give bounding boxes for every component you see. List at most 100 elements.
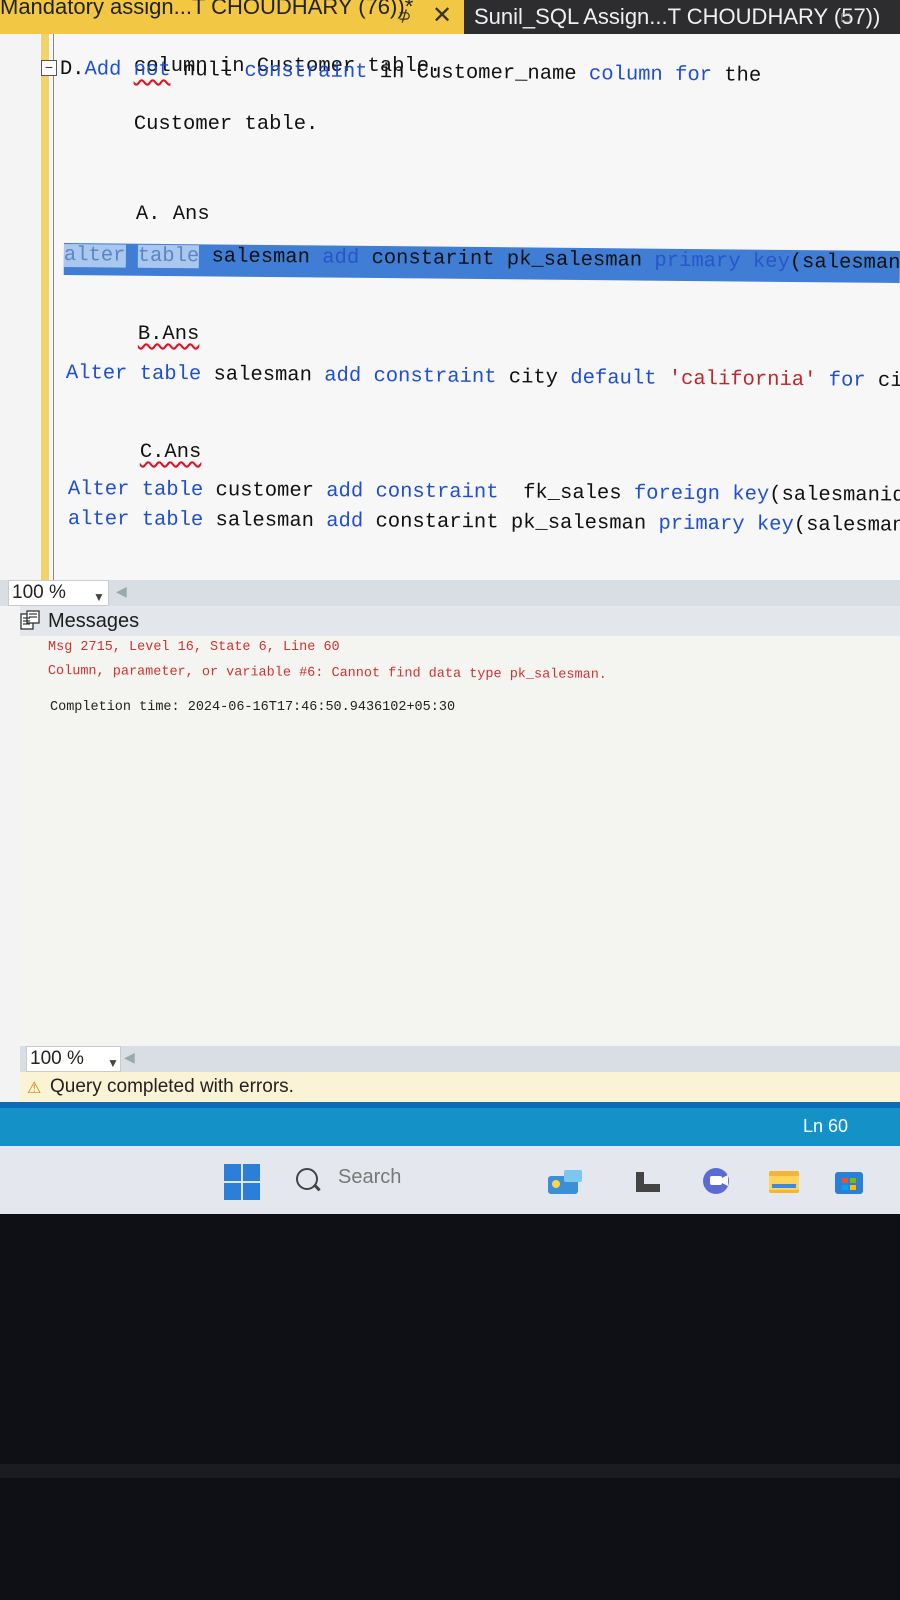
keyword-token: add bbox=[326, 510, 364, 534]
code-token: constarint bbox=[371, 246, 495, 272]
widgets-icon[interactable] bbox=[544, 1166, 588, 1196]
code-token: null bbox=[182, 59, 233, 83]
line-number: Ln 60 bbox=[802, 1116, 848, 1136]
code-token: pk_salesman bbox=[506, 248, 643, 273]
code-token: cit bbox=[877, 369, 900, 394]
keyword-token: Alter bbox=[65, 362, 128, 386]
code-token: alter bbox=[63, 244, 126, 268]
code-line: A. Ans bbox=[62, 180, 210, 249]
string-literal: 'california' bbox=[668, 367, 817, 393]
keyword-token: add bbox=[322, 246, 360, 270]
code-token: salesman bbox=[213, 363, 313, 388]
desk-edge bbox=[0, 1464, 900, 1478]
code-line: Alter table salesman add constraint city… bbox=[66, 362, 900, 393]
tab-sunil-sql-assign[interactable]: Sunil_SQL Assign...T CHOUDHARY (57)) □ bbox=[464, 0, 900, 34]
code-line: C.Ans bbox=[66, 418, 202, 487]
results-zoom-bar: 100 % ▼ ◀ bbox=[20, 1046, 900, 1072]
zoom-value: 100 % bbox=[30, 1048, 84, 1069]
code-token: constarint bbox=[375, 510, 499, 535]
results-zoom-select[interactable]: 100 % ▼ bbox=[26, 1046, 121, 1072]
close-icon[interactable]: ✕ bbox=[432, 0, 452, 33]
code-token: in bbox=[379, 61, 405, 85]
keyword-token: constraint bbox=[375, 480, 499, 505]
keyword-token: key bbox=[756, 513, 794, 537]
keyword-token: constraint bbox=[244, 59, 368, 84]
code-token: the bbox=[724, 64, 762, 88]
tab-title: Mandatory assign...T CHOUDHARY (76))* bbox=[0, 0, 414, 19]
collapse-icon[interactable]: − bbox=[41, 60, 57, 76]
editor-status-bar: Ln 60 bbox=[0, 1108, 900, 1146]
keyword-token: add bbox=[324, 364, 362, 388]
query-editor[interactable]: − column in Customer table. D.Add not nu… bbox=[0, 34, 900, 580]
taskview-icon[interactable] bbox=[632, 1166, 664, 1196]
scroll-left-icon[interactable]: ◀ bbox=[116, 583, 127, 600]
code-line: Alter table customer add constraint fk_s… bbox=[68, 478, 900, 508]
code-token: (salesmanid bbox=[793, 513, 900, 538]
keyword-token: alter bbox=[67, 508, 130, 532]
keyword-token: default bbox=[570, 366, 657, 391]
code-text: A. Ans bbox=[135, 203, 210, 226]
screen: Mandatory assign...T CHOUDHARY (76))* ⊅ … bbox=[0, 0, 900, 1240]
keyword-token: foreign bbox=[633, 482, 721, 507]
code-token: salesman bbox=[211, 245, 311, 270]
scroll-left-icon[interactable]: ◀ bbox=[124, 1049, 135, 1066]
results-pane: Messages Msg 2715, Level 16, State 6, Li… bbox=[20, 606, 900, 1102]
changed-lines-marker bbox=[41, 34, 49, 580]
keyword-token: key bbox=[752, 250, 790, 274]
taskbar-search[interactable]: Search bbox=[338, 1166, 401, 1189]
code-line: alter table salesman add constarint pk_s… bbox=[68, 508, 900, 538]
document-tab-bar: Mandatory assign...T CHOUDHARY (76))* ⊅ … bbox=[0, 0, 900, 34]
code-token: customer bbox=[215, 479, 315, 503]
tab-messages[interactable]: Messages bbox=[20, 606, 900, 636]
editor-gutter bbox=[0, 34, 40, 580]
code-line: B.Ans bbox=[64, 300, 200, 369]
keyword-token: constraint bbox=[373, 364, 497, 390]
code-token: salesman bbox=[215, 509, 315, 533]
messages-icon bbox=[20, 610, 40, 630]
keyword-token: for bbox=[674, 63, 713, 88]
keyword-token: table bbox=[141, 508, 204, 533]
code-text: B.Ans bbox=[137, 323, 200, 346]
search-icon[interactable] bbox=[296, 1168, 318, 1190]
store-icon[interactable] bbox=[832, 1166, 866, 1196]
code-text: D. bbox=[59, 58, 85, 82]
warning-icon: ⚠ bbox=[27, 1080, 42, 1097]
windows-taskbar: Search bbox=[0, 1146, 900, 1214]
messages-tab-label: Messages bbox=[48, 610, 140, 632]
code-token: city bbox=[508, 366, 559, 390]
code-text: Customer table. bbox=[133, 113, 319, 136]
editor-zoom-select[interactable]: 100 % ▼ bbox=[8, 580, 109, 606]
keyword-token: primary bbox=[654, 249, 741, 274]
editor-zoom-bar: 100 % ▼ ◀ bbox=[0, 580, 900, 606]
code-token: (salesmani bbox=[789, 250, 900, 276]
error-message-line: Column, parameter, or variable #6: Canno… bbox=[47, 664, 607, 683]
keyword-token: for bbox=[828, 369, 866, 393]
pin-icon[interactable]: ⊅ bbox=[398, 0, 411, 34]
keyword-token: add bbox=[326, 480, 364, 504]
keyword-token: table bbox=[141, 478, 204, 503]
outline-guide bbox=[53, 34, 54, 580]
keyword-token: column bbox=[588, 63, 663, 87]
lock-icon: □ bbox=[841, 9, 850, 25]
code-token: Customer_name bbox=[416, 61, 577, 86]
tab-mandatory-assign[interactable]: Mandatory assign...T CHOUDHARY (76))* ⊅ … bbox=[0, 0, 464, 34]
keyword-token: not bbox=[133, 58, 171, 83]
keyword-token: Alter bbox=[67, 478, 130, 502]
code-token: (salesmanid) bbox=[769, 483, 900, 508]
code-line: Customer table. bbox=[60, 90, 319, 159]
keyword-token: Add bbox=[84, 58, 122, 82]
keyword-token: primary bbox=[658, 512, 745, 537]
zoom-value: 100 % bbox=[12, 582, 66, 603]
code-token: fk_sales bbox=[523, 481, 622, 506]
tab-title: Sunil_SQL Assign...T CHOUDHARY (57)) bbox=[474, 4, 881, 29]
windows-start-icon[interactable] bbox=[224, 1164, 260, 1200]
keyword-token: table bbox=[139, 362, 202, 387]
completion-time: Completion time: 2024-06-16T17:46:50.943… bbox=[50, 700, 456, 715]
teams-chat-icon[interactable] bbox=[700, 1166, 736, 1196]
error-message-line: Msg 2715, Level 16, State 6, Line 60 bbox=[48, 640, 340, 655]
code-text: C.Ans bbox=[139, 441, 202, 464]
query-status-text: Query completed with errors. bbox=[50, 1076, 294, 1097]
monitor-bezel bbox=[0, 1214, 900, 1600]
file-explorer-icon[interactable] bbox=[766, 1166, 804, 1196]
code-token: table bbox=[137, 244, 200, 269]
